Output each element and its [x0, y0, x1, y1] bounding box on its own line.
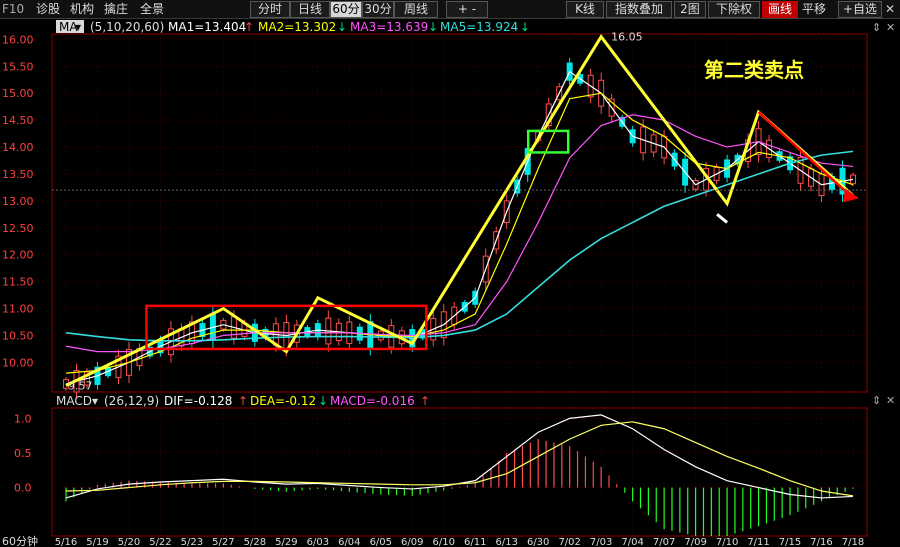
annotations: 9.57 16.05 [52, 31, 867, 393]
y-tick-label: 14.50 [2, 114, 34, 127]
macd-panel-close-icon[interactable]: ✕ [886, 394, 895, 407]
y-tick-label: 10.00 [2, 356, 34, 369]
x-tick-label: 5/27 [212, 537, 234, 547]
dif-arrow: ↑ [238, 394, 248, 408]
ma-legend: MA ▾ (5,10,20,60) MA1=13.404 ↑ MA2=13.30… [56, 20, 530, 34]
x-tick-label: 7/09 [684, 537, 706, 547]
y-tick-label: 11.50 [2, 276, 34, 289]
x-tick-label: 7/10 [716, 537, 738, 547]
x-tick-label: 6/09 [401, 537, 423, 547]
ma3-arrow: ↓ [428, 20, 438, 34]
x-tick-label: 6/11 [464, 537, 486, 547]
ma-params: (5,10,20,60) [90, 20, 164, 34]
x-tick-label: 5/16 [55, 537, 77, 547]
macd-y-tick-label: 0.0 [14, 482, 32, 495]
y-tick-label: 12.00 [2, 249, 34, 262]
low-price-label: 9.57 [68, 380, 93, 393]
low-marker [716, 213, 729, 224]
y-tick-label: 16.00 [2, 33, 34, 46]
annotation-title: 第二类卖点 [704, 58, 804, 82]
x-tick-label: 5/19 [86, 537, 108, 547]
dif-value: DIF=-0.128 [164, 394, 232, 408]
ma5-value: MA5=13.924 [440, 20, 518, 34]
panel-menu-icon[interactable]: ⇕ [872, 21, 881, 34]
y-tick-label: 14.00 [2, 141, 34, 154]
x-tick-label: 7/18 [842, 537, 864, 547]
x-tick-label: 7/07 [653, 537, 675, 547]
ma5-arrow: ↓ [520, 20, 530, 34]
x-tick-label: 6/10 [433, 537, 455, 547]
ma2-arrow: ↓ [337, 20, 347, 34]
y-tick-label: 11.00 [2, 303, 34, 316]
x-tick-label: 7/03 [590, 537, 612, 547]
macd-histogram [65, 439, 854, 536]
x-tick-label: 7/16 [810, 537, 832, 547]
panel-close-icon[interactable]: ✕ [886, 21, 895, 34]
breakout-box [526, 129, 570, 154]
y-tick-label: 12.50 [2, 222, 34, 235]
x-tick-label: 5/23 [181, 537, 203, 547]
macd-label[interactable]: MACD [56, 394, 92, 408]
y-tick-label: 15.00 [2, 87, 34, 100]
macd-value: MACD=-0.016 [330, 394, 415, 408]
chevron-down-icon: ▾ [92, 394, 98, 408]
x-tick-label: 7/02 [558, 537, 580, 547]
x-tick-label: 5/29 [275, 537, 297, 547]
y-tick-label: 15.50 [2, 60, 34, 73]
chevron-down-icon: ▾ [75, 20, 81, 34]
x-tick-label: 7/15 [779, 537, 801, 547]
ma-line-ma3 [65, 114, 854, 353]
ma1-value: MA1=13.404 [168, 20, 246, 34]
x-tick-label: 6/03 [307, 537, 329, 547]
macd-legend: MACD ▾ (26,12,9) DIF=-0.128 ↑ DEA=-0.12 … [56, 394, 430, 408]
price-panel-frame [51, 33, 868, 393]
x-tick-label: 5/20 [118, 537, 140, 547]
y-tick-label: 13.50 [2, 168, 34, 181]
period-label: 60分钟 [2, 534, 38, 547]
ma3-value: MA3=13.639 [350, 20, 428, 34]
x-tick-label: 6/13 [495, 537, 517, 547]
macd-panel-frame [51, 407, 868, 537]
price-y-axis: 16.00 15.50 15.00 14.50 14.00 13.50 13.00 12.50… [2, 33, 34, 369]
ma1-arrow: ↑ [244, 20, 254, 34]
high-price-label: 16.05 [611, 31, 643, 44]
stock-chart: 16.00 15.50 15.00 14.50 14.00 13.50 13.00 12.50… [2, 20, 895, 547]
dea-arrow: ↓ [318, 394, 328, 408]
x-tick-label: 6/05 [370, 537, 392, 547]
x-tick-label: 6/04 [338, 537, 360, 547]
y-tick-label: 13.00 [2, 195, 34, 208]
x-tick-label: 5/28 [244, 537, 266, 547]
x-tick-label: 7/11 [747, 537, 769, 547]
dea-value: DEA=-0.12 [250, 394, 316, 408]
macd-y-tick-label: 1.0 [14, 412, 32, 425]
macd-y-tick-label: 0.5 [14, 447, 32, 460]
macd-y-axis: 1.0 0.5 0.0 [14, 412, 32, 494]
macd-panel-menu-icon[interactable]: ⇕ [872, 394, 881, 407]
x-tick-label: 7/04 [621, 537, 643, 547]
x-tick-label: 5/22 [149, 537, 171, 547]
y-tick-label: 10.50 [2, 329, 34, 342]
date-x-axis: 5/16 5/19 5/20 5/22 5/23 5/27 5/28 5/29 6/03 6/04… [55, 537, 864, 547]
macd-arrow: ↑ [420, 394, 430, 408]
ma2-value: MA2=13.302 [258, 20, 336, 34]
grid [52, 34, 867, 536]
macd-params: (26,12,9) [104, 394, 159, 408]
x-tick-label: 6/30 [527, 537, 549, 547]
